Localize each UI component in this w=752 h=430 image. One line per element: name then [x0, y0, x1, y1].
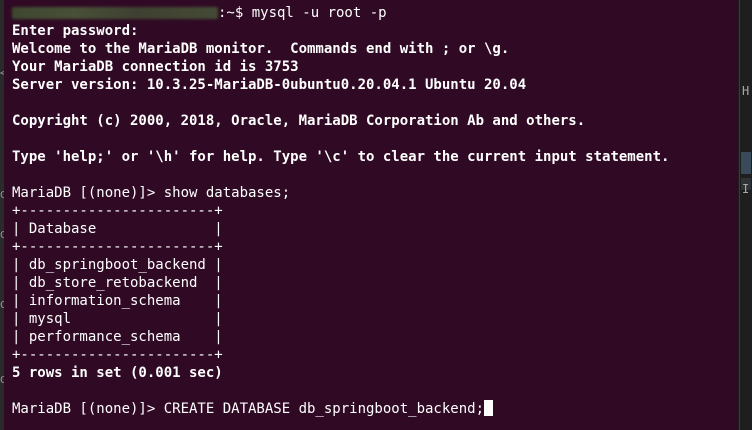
table-row: | information_schema |: [12, 293, 223, 309]
table-border: +-----------------------+: [12, 239, 223, 255]
table-row: | db_store_retobackend |: [12, 275, 223, 291]
table-row: | mysql |: [12, 311, 223, 327]
table-border: +-----------------------+: [12, 203, 223, 219]
table-row: | db_springboot_backend |: [12, 257, 223, 273]
help-hint: Type 'help;' or '\h' for help. Type '\c'…: [12, 149, 670, 165]
terminal-window[interactable]: :~$ mysql -u root -p Enter password: Wel…: [4, 0, 738, 430]
desktop-screen: <> C C C C H I :~$ mysql -u root -p Ente…: [0, 0, 752, 430]
blurred-user-host: [12, 7, 218, 19]
table-border: +-----------------------+: [12, 347, 223, 363]
editor-right-panel: H I: [739, 0, 752, 430]
right-panel-glyph: I: [742, 182, 750, 196]
result-summary: 5 rows in set (0.001 sec): [12, 365, 223, 381]
table-header: | Database |: [12, 221, 223, 237]
text-cursor: [484, 400, 494, 416]
server-version: Server version: 10.3.25-MariaDB-0ubuntu0…: [12, 77, 527, 93]
table-row: | performance_schema |: [12, 329, 223, 345]
connection-id: Your MariaDB connection id is 3753: [12, 59, 299, 75]
password-prompt: Enter password:: [12, 23, 139, 39]
welcome-message: Welcome to the MariaDB monitor. Commands…: [12, 41, 510, 57]
show-databases-command: MariaDB [(none)]> show databases;: [12, 185, 291, 201]
right-panel-glyph: H: [742, 84, 750, 98]
shell-command: :~$ mysql -u root -p: [218, 5, 387, 21]
current-input-line[interactable]: MariaDB [(none)]> CREATE DATABASE db_spr…: [12, 400, 738, 418]
right-panel-highlight: [741, 152, 751, 174]
create-database-command: MariaDB [(none)]> CREATE DATABASE db_spr…: [12, 401, 485, 417]
copyright-line: Copyright (c) 2000, 2018, Oracle, MariaD…: [12, 113, 586, 129]
shell-prompt-line: :~$ mysql -u root -p: [12, 4, 738, 22]
